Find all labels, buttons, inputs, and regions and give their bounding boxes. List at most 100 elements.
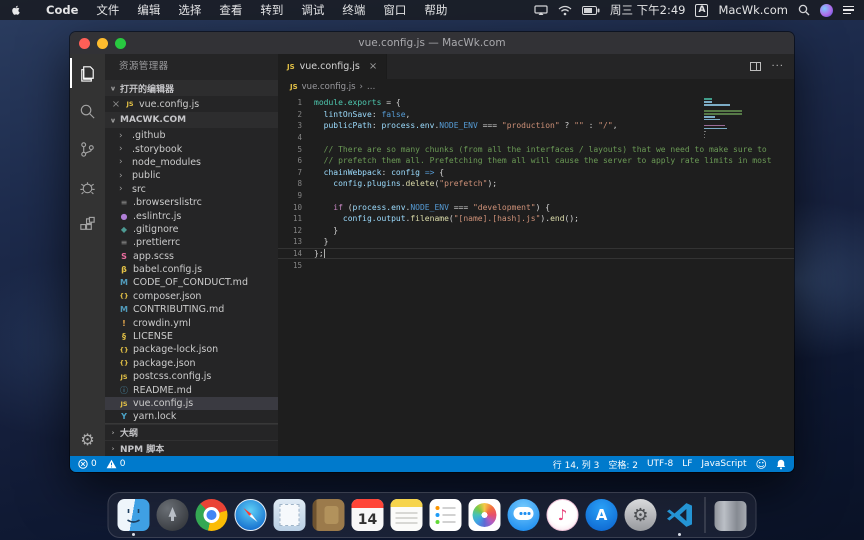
problems-warnings[interactable]: 0 [106, 459, 126, 469]
siri-icon[interactable] [820, 4, 833, 17]
problems-errors[interactable]: 0 [78, 459, 97, 469]
search-icon[interactable] [70, 92, 105, 130]
close-window-button[interactable] [79, 38, 90, 49]
notification-center-icon[interactable] [843, 6, 854, 15]
file-package.json[interactable]: {}package.json [105, 357, 278, 370]
menu-item-6[interactable]: 调试 [292, 3, 333, 17]
explorer-icon[interactable] [70, 54, 105, 92]
status-cell-1[interactable]: 空格: 2 [608, 458, 638, 471]
feedback-smiley-icon[interactable]: ☺ [756, 458, 767, 471]
folder-public[interactable]: ›public [105, 169, 278, 182]
dock-contacts-icon[interactable] [312, 498, 346, 532]
menubar-brand[interactable]: MacWk.com [718, 3, 788, 17]
file-crowdin.yml[interactable]: !crowdin.yml [105, 316, 278, 329]
status-cell-0[interactable]: 行 14, 列 3 [553, 458, 600, 471]
code-line-5[interactable]: 5 // There are so many chunks (from all … [278, 143, 794, 155]
sidebar-section-1[interactable]: ›NPM 脚本 [105, 440, 278, 456]
close-tab-icon[interactable]: × [369, 61, 377, 72]
workspace-section-header[interactable]: ∨ MACWK.COM [105, 112, 278, 128]
code-line-15[interactable]: 15 [278, 259, 794, 271]
dock-itunes-icon[interactable]: ♪ [546, 498, 580, 532]
dock-launchpad-icon[interactable] [156, 498, 190, 532]
extensions-icon[interactable] [70, 206, 105, 244]
file-yarn.lock[interactable]: Yyarn.lock [105, 410, 278, 423]
file-postcss.config.js[interactable]: JSpostcss.config.js [105, 370, 278, 383]
more-actions-icon[interactable]: ··· [771, 61, 784, 72]
file-package-lock.json[interactable]: {}package-lock.json [105, 343, 278, 356]
file-README.md[interactable]: ⓘREADME.md [105, 383, 278, 396]
dock-photos-icon[interactable] [468, 498, 502, 532]
menu-item-0[interactable]: Code [37, 3, 87, 17]
apple-menu-icon[interactable] [10, 4, 23, 17]
code-line-13[interactable]: 13 } [278, 236, 794, 248]
file-babel.config.js[interactable]: βbabel.config.js [105, 263, 278, 276]
menu-item-7[interactable]: 终端 [333, 3, 374, 17]
notifications-bell-icon[interactable] [776, 459, 786, 470]
close-editor-icon[interactable]: × [111, 99, 121, 110]
spotlight-search-icon[interactable] [798, 4, 810, 16]
code-editor[interactable]: 1module.exports = {2 lintOnSave: false,3… [278, 94, 794, 456]
code-line-7[interactable]: 7 chainWebpack: config => { [278, 167, 794, 179]
breadcrumb[interactable]: JS vue.config.js › … [278, 79, 794, 94]
dock-mail-icon[interactable] [273, 498, 307, 532]
code-line-12[interactable]: 12 } [278, 225, 794, 237]
dock-vscode-icon[interactable] [663, 498, 697, 532]
split-editor-icon[interactable] [750, 62, 761, 71]
open-editor-item[interactable]: × JS vue.config.js [105, 96, 278, 112]
minimize-window-button[interactable] [97, 38, 108, 49]
code-line-14[interactable]: 14}; [278, 248, 794, 260]
dock-notes-icon[interactable] [390, 498, 424, 532]
menubar-clock[interactable]: 周三 下午2:49 [610, 2, 685, 18]
menu-item-1[interactable]: 文件 [87, 3, 128, 17]
menu-item-9[interactable]: 帮助 [415, 3, 456, 17]
file-.eslintrc.js[interactable]: ●.eslintrc.js [105, 209, 278, 222]
battery-icon[interactable] [582, 6, 600, 15]
sidebar-section-0[interactable]: ›大纲 [105, 424, 278, 440]
code-line-10[interactable]: 10 if (process.env.NODE_ENV === "develop… [278, 201, 794, 213]
folder-src[interactable]: ›src [105, 183, 278, 196]
file-.browserslistrc[interactable]: ≡.browserslistrc [105, 196, 278, 209]
file-LICENSE[interactable]: §LICENSE [105, 330, 278, 343]
code-line-8[interactable]: 8 config.plugins.delete("prefetch"); [278, 178, 794, 190]
file-CONTRIBUTING.md[interactable]: MCONTRIBUTING.md [105, 303, 278, 316]
source-control-icon[interactable] [70, 130, 105, 168]
debug-icon[interactable] [70, 168, 105, 206]
dock-messages-icon[interactable] [507, 498, 541, 532]
folder-node_modules[interactable]: ›node_modules [105, 156, 278, 169]
dock-reminders-icon[interactable] [429, 498, 463, 532]
dock-calendar-icon[interactable]: 14 [351, 498, 385, 532]
menu-item-4[interactable]: 查看 [210, 3, 251, 17]
menu-item-5[interactable]: 转到 [251, 3, 292, 17]
code-line-9[interactable]: 9 [278, 190, 794, 202]
status-cell-3[interactable]: LF [682, 459, 692, 469]
folder-.github[interactable]: ›.github [105, 129, 278, 142]
airplay-icon[interactable] [534, 5, 548, 16]
file-vue.config.js[interactable]: JSvue.config.js [105, 397, 278, 410]
status-cell-2[interactable]: UTF-8 [647, 459, 673, 469]
status-cell-4[interactable]: JavaScript [701, 459, 746, 469]
menu-item-3[interactable]: 选择 [169, 3, 210, 17]
file-composer.json[interactable]: {}composer.json [105, 290, 278, 303]
wifi-icon[interactable] [558, 5, 572, 16]
dock-settings-icon[interactable]: ⚙ [624, 498, 658, 532]
menu-item-8[interactable]: 窗口 [374, 3, 415, 17]
settings-gear-icon[interactable]: ⚙ [80, 422, 94, 456]
file-app.scss[interactable]: Sapp.scss [105, 250, 278, 263]
menu-item-2[interactable]: 编辑 [128, 3, 169, 17]
code-line-11[interactable]: 11 config.output.filename("[name].[hash]… [278, 213, 794, 225]
file-.prettierrc[interactable]: ≡.prettierrc [105, 236, 278, 249]
dock-finder-icon[interactable] [117, 498, 151, 532]
code-line-6[interactable]: 6 // prefetch them all. Prefetching them… [278, 155, 794, 167]
input-method-icon[interactable]: A [695, 4, 708, 17]
zoom-window-button[interactable] [115, 38, 126, 49]
dock-trash-icon[interactable] [714, 498, 748, 532]
window-titlebar[interactable]: vue.config.js — MacWk.com [70, 32, 794, 54]
folder-.storybook[interactable]: ›.storybook [105, 142, 278, 155]
file-CODE_OF_CONDUCT.md[interactable]: MCODE_OF_CONDUCT.md [105, 276, 278, 289]
tab-vue-config-js[interactable]: JS vue.config.js × [278, 54, 387, 79]
open-editors-section-header[interactable]: ∨ 打开的编辑器 [105, 80, 278, 96]
dock-safari-icon[interactable] [234, 498, 268, 532]
dock-chrome-icon[interactable] [195, 498, 229, 532]
minimap[interactable] [704, 98, 742, 143]
dock-appstore-icon[interactable]: A [585, 498, 619, 532]
